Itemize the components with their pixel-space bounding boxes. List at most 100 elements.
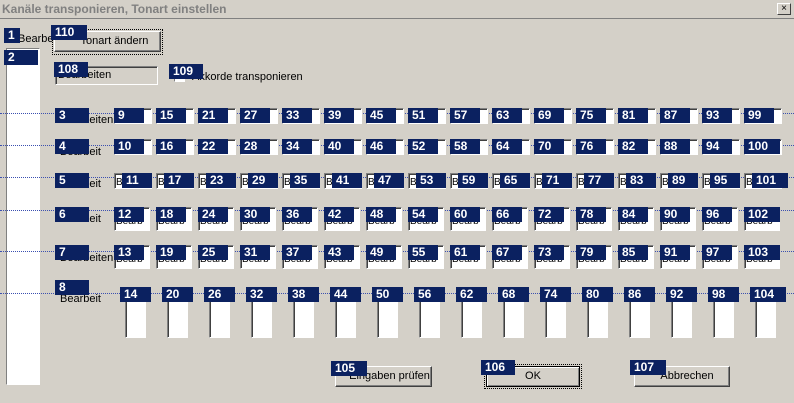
transpose-cell[interactable]: Bearb19 bbox=[156, 245, 192, 269]
transpose-cell[interactable]: Bearb33 bbox=[282, 108, 320, 124]
transpose-cell[interactable]: Bearb9 bbox=[114, 108, 152, 124]
transpose-cell[interactable]: Bearb61 bbox=[450, 245, 486, 269]
cell-badge: 23 bbox=[206, 173, 236, 188]
transpose-cell[interactable]: Bearb43 bbox=[324, 245, 360, 269]
transpose-cell[interactable]: Bearb23 bbox=[198, 173, 236, 189]
transpose-cell[interactable]: Bearb94 bbox=[702, 139, 740, 155]
transpose-cell[interactable]: Bearb66 bbox=[492, 207, 528, 231]
transpose-field-tall[interactable] bbox=[755, 300, 776, 338]
transpose-cell[interactable]: Bearb13 bbox=[114, 245, 150, 269]
transpose-field-tall[interactable] bbox=[461, 300, 482, 338]
transpose-field-tall[interactable] bbox=[293, 300, 314, 338]
transpose-cell[interactable]: Bearb85 bbox=[618, 245, 654, 269]
transpose-cell[interactable]: Bearb49 bbox=[366, 245, 402, 269]
transpose-cell[interactable]: Bearb97 bbox=[702, 245, 738, 269]
transpose-cell[interactable]: Bearb47 bbox=[366, 173, 404, 189]
transpose-cell[interactable]: Bearb77 bbox=[576, 173, 614, 189]
transpose-cell[interactable]: Bearb83 bbox=[618, 173, 656, 189]
transpose-cell[interactable]: Bearb82 bbox=[618, 139, 656, 155]
transpose-cell[interactable]: Bearb72 bbox=[534, 207, 570, 231]
transpose-cell[interactable]: Bearb57 bbox=[450, 108, 488, 124]
transpose-cell[interactable]: Bearb64 bbox=[492, 139, 530, 155]
transpose-field-tall[interactable] bbox=[251, 300, 272, 338]
transpose-cell[interactable]: Bearb76 bbox=[576, 139, 614, 155]
transpose-field-tall[interactable] bbox=[503, 300, 524, 338]
transpose-cell[interactable]: Bearb18 bbox=[156, 207, 192, 231]
transpose-field-tall[interactable] bbox=[335, 300, 356, 338]
transpose-cell[interactable]: Bearb95 bbox=[702, 173, 740, 189]
transpose-cell[interactable]: Bearb101 bbox=[744, 173, 788, 189]
transpose-cell[interactable]: Bearb58 bbox=[450, 139, 488, 155]
transpose-field-tall[interactable] bbox=[545, 300, 566, 338]
transpose-cell[interactable]: Bearb48 bbox=[366, 207, 402, 231]
transpose-cell[interactable]: Bearb37 bbox=[282, 245, 318, 269]
transpose-field-tall[interactable] bbox=[419, 300, 440, 338]
transpose-cell[interactable]: Bearb39 bbox=[324, 108, 362, 124]
transpose-field-tall[interactable] bbox=[587, 300, 608, 338]
transpose-cell[interactable]: Bearb10 bbox=[114, 139, 152, 155]
transpose-cell[interactable]: Bearb73 bbox=[534, 245, 570, 269]
transpose-cell[interactable]: Bearb75 bbox=[576, 108, 614, 124]
transpose-cell[interactable]: Bearb93 bbox=[702, 108, 740, 124]
transpose-cell[interactable]: Bearb78 bbox=[576, 207, 612, 231]
transpose-cell[interactable]: Bearb90 bbox=[660, 207, 696, 231]
transpose-cell[interactable]: Bearb67 bbox=[492, 245, 528, 269]
transpose-field-tall[interactable] bbox=[377, 300, 398, 338]
transpose-cell[interactable]: Bearb100 bbox=[744, 139, 782, 155]
transpose-cell[interactable]: Bearb45 bbox=[366, 108, 404, 124]
transpose-field-tall[interactable] bbox=[671, 300, 692, 338]
transpose-cell[interactable]: Bearb27 bbox=[240, 108, 278, 124]
transpose-cell[interactable]: Bearb96 bbox=[702, 207, 738, 231]
transpose-field-tall[interactable] bbox=[209, 300, 230, 338]
transpose-cell[interactable]: Bearb63 bbox=[492, 108, 530, 124]
cell-badge: 42 bbox=[324, 207, 354, 222]
transpose-cell[interactable]: Bearb84 bbox=[618, 207, 654, 231]
transpose-cell[interactable]: Bearb29 bbox=[240, 173, 278, 189]
transpose-cell[interactable]: Bearb34 bbox=[282, 139, 320, 155]
transpose-cell[interactable]: Bearb12 bbox=[114, 207, 150, 231]
transpose-cell[interactable]: Bearb22 bbox=[198, 139, 236, 155]
transpose-cell[interactable]: Bearb36 bbox=[282, 207, 318, 231]
transpose-field-tall[interactable] bbox=[713, 300, 734, 338]
transpose-cell[interactable]: Bearb54 bbox=[408, 207, 444, 231]
transpose-cell[interactable]: Bearb70 bbox=[534, 139, 572, 155]
transpose-cell[interactable]: Bearb60 bbox=[450, 207, 486, 231]
transpose-field-tall[interactable] bbox=[167, 300, 188, 338]
transpose-cell[interactable]: Bearb41 bbox=[324, 173, 362, 189]
transpose-cell[interactable]: Bearb24 bbox=[198, 207, 234, 231]
transpose-cell[interactable]: Bearb102 bbox=[744, 207, 780, 231]
transpose-cell[interactable]: Bearb91 bbox=[660, 245, 696, 269]
transpose-cell[interactable]: Bearb42 bbox=[324, 207, 360, 231]
transpose-cell[interactable]: Bearb81 bbox=[618, 108, 656, 124]
transpose-cell[interactable]: Bearb31 bbox=[240, 245, 276, 269]
transpose-cell[interactable]: Bearb25 bbox=[198, 245, 234, 269]
transpose-cell[interactable]: Bearb52 bbox=[408, 139, 446, 155]
transpose-field-tall[interactable] bbox=[629, 300, 650, 338]
transpose-cell[interactable]: Bearb59 bbox=[450, 173, 488, 189]
transpose-cell[interactable]: Bearb28 bbox=[240, 139, 278, 155]
transpose-cell[interactable]: Bearb40 bbox=[324, 139, 362, 155]
transpose-cell[interactable]: Bearb79 bbox=[576, 245, 612, 269]
transpose-cell[interactable]: Bearb99 bbox=[744, 108, 782, 124]
transpose-field-tall[interactable] bbox=[125, 300, 146, 338]
transpose-cell[interactable]: Bearb15 bbox=[156, 108, 194, 124]
transpose-cell[interactable]: Bearb17 bbox=[156, 173, 194, 189]
transpose-cell[interactable]: Bearb103 bbox=[744, 245, 780, 269]
transpose-cell[interactable]: Bearb55 bbox=[408, 245, 444, 269]
transpose-cell[interactable]: Bearb35 bbox=[282, 173, 320, 189]
transpose-cell[interactable]: Bearb53 bbox=[408, 173, 446, 189]
transpose-cell[interactable]: Bearb65 bbox=[492, 173, 530, 189]
transpose-cell[interactable]: Bearb71 bbox=[534, 173, 572, 189]
transpose-cell[interactable]: Bearb87 bbox=[660, 108, 698, 124]
transpose-cell[interactable]: Bearb11 bbox=[114, 173, 152, 189]
transpose-cell[interactable]: Bearb69 bbox=[534, 108, 572, 124]
close-button[interactable]: × bbox=[777, 3, 791, 15]
transpose-cell[interactable]: Bearb46 bbox=[366, 139, 404, 155]
transpose-cell[interactable]: Bearb88 bbox=[660, 139, 698, 155]
transpose-cell[interactable]: Bearb16 bbox=[156, 139, 194, 155]
transpose-cell[interactable]: Bearb89 bbox=[660, 173, 698, 189]
channel-list[interactable] bbox=[6, 48, 40, 385]
transpose-cell[interactable]: Bearb30 bbox=[240, 207, 276, 231]
transpose-cell[interactable]: Bearb21 bbox=[198, 108, 236, 124]
transpose-cell[interactable]: Bearb51 bbox=[408, 108, 446, 124]
